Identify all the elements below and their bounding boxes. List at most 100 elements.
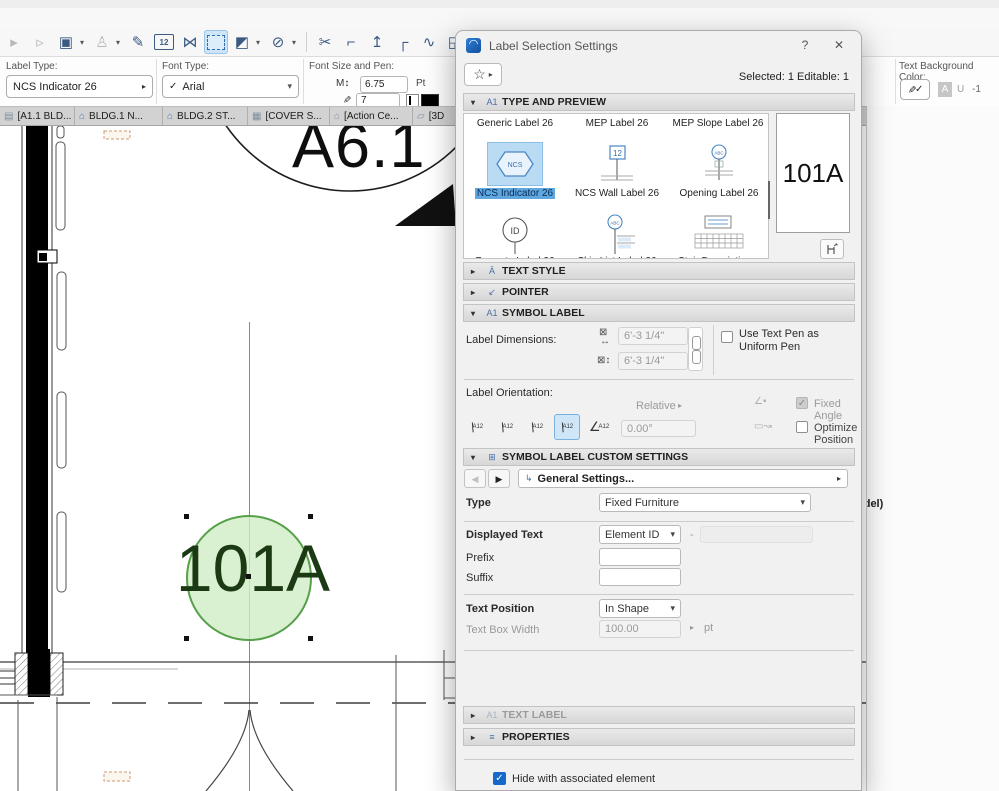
label-orientation-caption: Label Orientation: — [466, 387, 553, 399]
text-bg-pen-button[interactable]: ✎ ✓ — [900, 79, 930, 100]
section-pointer[interactable]: ▸ ↙ POINTER — [463, 283, 855, 301]
custom-settings-page-bar[interactable]: ↳ General Settings... ▸ — [518, 469, 848, 488]
intersect-icon[interactable]: ┌ — [391, 30, 415, 54]
custom-prev-button[interactable]: ◀ — [464, 469, 486, 488]
text-bg-a-button[interactable]: A — [938, 82, 952, 97]
stretch-icon[interactable]: ⋈ — [178, 30, 202, 54]
tab-3d[interactable]: ▱ [3D — [413, 107, 458, 125]
type-value: Fixed Furniture — [605, 496, 679, 509]
duplicate-caret-icon[interactable]: ▾ — [80, 38, 88, 47]
select-arrow-icon[interactable]: ▸ — [2, 30, 26, 54]
displayed-text-select[interactable]: Element ID ▾ — [599, 525, 681, 544]
type-item-mep-slope[interactable]: MEP Slope Label 26 — [669, 117, 767, 129]
selection-handle[interactable] — [184, 636, 189, 641]
help-button[interactable]: ? — [794, 36, 816, 54]
chevron-collapsed-icon: ▸ — [470, 287, 475, 297]
orientation-aligned-button[interactable]: / A12 — [524, 414, 550, 440]
suffix-input[interactable] — [599, 568, 681, 586]
section-text-label[interactable]: ▸ A1 TEXT LABEL — [463, 706, 855, 724]
type-item-generic[interactable]: Generic Label 26 — [465, 117, 565, 129]
label-width-field[interactable]: 6'-3 1/4" — [618, 327, 688, 345]
text-label-icon: A1 — [486, 710, 498, 720]
select-ghost-icon[interactable]: ▹ — [28, 30, 52, 54]
hide-with-element-checkbox[interactable]: ✓ — [493, 772, 506, 785]
void-circle-icon[interactable]: ⊘ — [266, 30, 290, 54]
font-type-value: Arial — [182, 80, 205, 93]
orientation-vertical-button[interactable]: / A12 — [494, 414, 520, 440]
window-top-strip — [0, 0, 999, 8]
type-item-label: Property Label 26 — [465, 255, 565, 258]
void-caret-icon[interactable]: ▾ — [292, 38, 300, 47]
prefix-input[interactable] — [599, 548, 681, 566]
type-item-opening[interactable]: ABC — [669, 144, 768, 187]
morph-caret-icon[interactable]: ▾ — [256, 38, 264, 47]
text-box-width-field[interactable]: 100.00 — [599, 620, 681, 638]
orientation-custom-angle-button[interactable]: ∠ A12 — [586, 414, 612, 440]
selection-handle[interactable] — [184, 514, 189, 519]
section-symbol-label[interactable]: ▾ A1 SYMBOL LABEL — [463, 304, 855, 322]
uniform-pen-checkbox[interactable] — [721, 331, 733, 343]
type-item-ncs-indicator[interactable]: NCS — [465, 144, 565, 187]
suspend-groups-icon[interactable]: ♙ — [90, 30, 114, 54]
dimension-icon[interactable]: 12 — [152, 30, 176, 54]
selection-handle[interactable] — [308, 636, 313, 641]
section-custom-settings[interactable]: ▾ ⊞ SYMBOL LABEL CUSTOM SETTINGS — [463, 448, 855, 466]
selection-info: Selected: 1 Editable: 1 — [738, 71, 849, 83]
adjust-icon[interactable]: ⌐ — [339, 30, 363, 54]
label-type-list[interactable]: Generic Label 26 MEP Label 26 MEP Slope … — [463, 113, 769, 259]
type-item-mep[interactable]: MEP Label 26 — [567, 117, 667, 129]
selection-handle[interactable] — [308, 514, 313, 519]
marquee-icon[interactable] — [204, 30, 228, 54]
tab-bldg1[interactable]: ⌂ BLDG.1 N... — [75, 107, 163, 125]
fixed-angle-checkbox[interactable]: ✓ — [796, 397, 808, 409]
text-position-select[interactable]: In Shape ▾ — [599, 599, 681, 618]
elevate-icon[interactable]: ↥ — [365, 30, 389, 54]
transfer-settings-icon[interactable]: ✎ — [126, 30, 150, 54]
morph-icon[interactable]: ◩ — [230, 30, 254, 54]
tab-label: [A1.1 BLD... — [17, 110, 72, 122]
section-title: TEXT STYLE — [502, 265, 566, 277]
type-item-ncs-wall[interactable]: 12 — [567, 144, 667, 187]
tab-a11-bld[interactable]: ▤ [A1.1 BLD... — [0, 107, 75, 125]
orientation-horizontal-button[interactable]: / A12 — [464, 414, 490, 440]
story-icon: ⌂ — [79, 110, 86, 122]
section-type-and-preview[interactable]: ▾ A1 TYPE AND PREVIEW — [463, 93, 855, 111]
tab-cover-sheet[interactable]: ▦ [COVER S... — [248, 107, 330, 125]
orientation-perpendicular-button[interactable]: / A12 — [554, 414, 580, 440]
svg-text:ABC: ABC — [610, 221, 620, 226]
tab-action-center[interactable]: ⌂ [Action Ce... — [330, 107, 413, 125]
type-item-property[interactable]: ID — [465, 212, 565, 257]
font-type-combobox[interactable]: ✓ Arial ▾ — [162, 75, 299, 98]
link-dimensions-button[interactable] — [688, 327, 703, 371]
groups-caret-icon[interactable]: ▾ — [116, 38, 124, 47]
section-text-style[interactable]: ▸ Ä TEXT STYLE — [463, 262, 855, 280]
text-bg-pen-icon: ✎ — [905, 85, 917, 94]
text-bg-u-button[interactable]: U — [957, 84, 964, 95]
section-properties[interactable]: ▸ ≡ PROPERTIES — [463, 728, 855, 746]
fillet-icon[interactable]: ∿ — [417, 30, 441, 54]
type-item-skin-list[interactable]: ABC — [567, 212, 667, 257]
split-icon[interactable]: ✂ — [313, 30, 337, 54]
label-type-selector[interactable]: NCS Indicator 26 ▸ — [6, 75, 153, 98]
duplicate-icon[interactable]: ▣ — [54, 30, 78, 54]
type-select[interactable]: Fixed Furniture ▾ — [599, 493, 811, 512]
dialog-titlebar[interactable]: ◠ Label Selection Settings ? ✕ — [456, 31, 861, 59]
preview-text: 101A — [782, 157, 844, 188]
optimize-position-checkbox[interactable] — [796, 421, 808, 433]
type-item-stair-description[interactable] — [669, 212, 768, 257]
angle-field[interactable]: 0.00° — [621, 420, 696, 437]
label-height-field[interactable]: 6'-3 1/4" — [618, 352, 688, 370]
tab-label: BLDG.2 ST... — [177, 110, 236, 122]
tab-bldg2[interactable]: ⌂ BLDG.2 ST... — [163, 107, 248, 125]
favorites-button[interactable]: ☆ ▸ — [464, 63, 502, 86]
label-type-flyout-icon: ▸ — [141, 82, 146, 91]
selection-handle-center[interactable] — [246, 574, 251, 579]
element-link-button[interactable] — [820, 239, 844, 259]
list-preview-splitter[interactable] — [768, 181, 770, 219]
custom-next-button[interactable]: ▶ — [488, 469, 510, 488]
type-item-label: Skin List Label 26 — [567, 255, 667, 258]
font-size-field[interactable]: 6.75 — [360, 76, 408, 93]
close-button[interactable]: ✕ — [828, 36, 850, 54]
relative-dropdown[interactable]: Relative — [636, 400, 676, 412]
font-size-value: 6.75 — [365, 79, 385, 90]
